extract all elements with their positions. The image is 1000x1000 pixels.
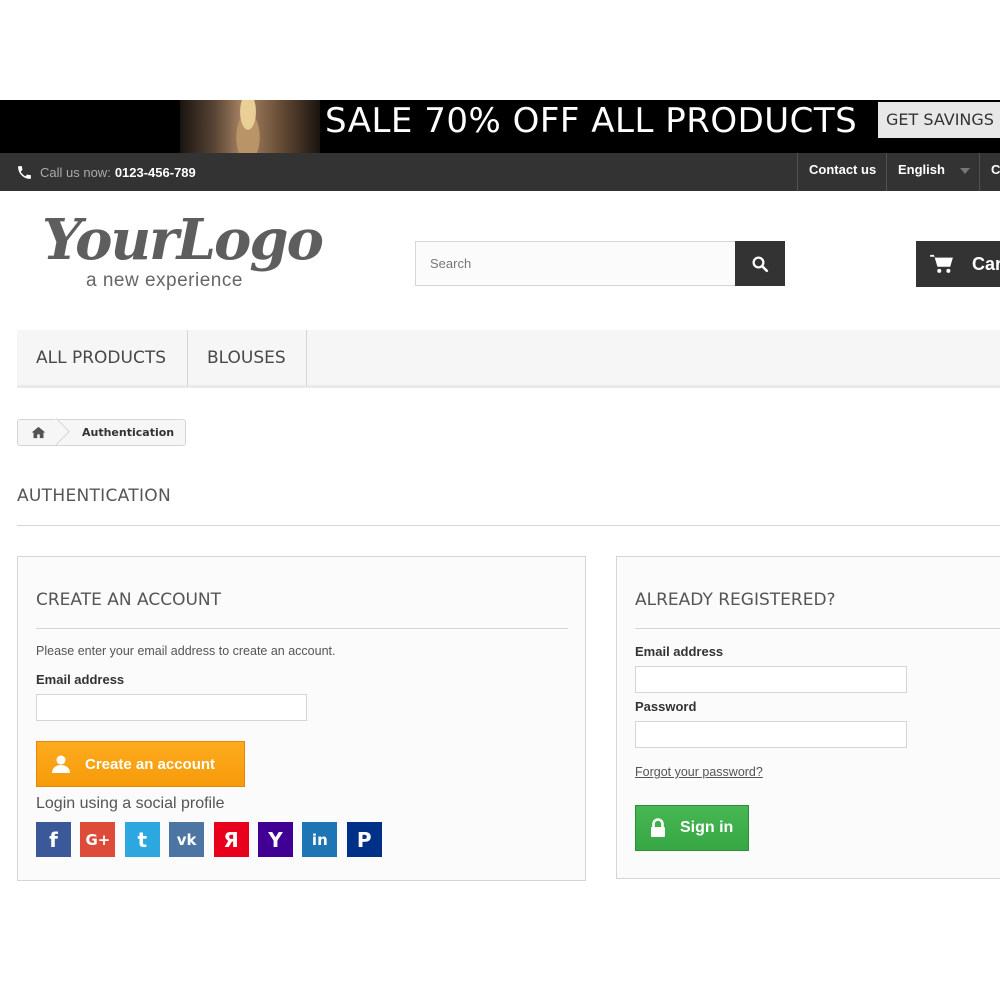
promo-banner[interactable]: SALE 70% OFF ALL PRODUCTS GET SAVINGS N bbox=[0, 100, 1000, 153]
store-logo[interactable]: YourLogo a new experience bbox=[42, 210, 332, 295]
create-account-hint: Please enter your email address to creat… bbox=[36, 644, 336, 658]
vk-icon: vk bbox=[176, 830, 197, 849]
email-label: Email address bbox=[36, 672, 125, 687]
chevron-down-icon bbox=[960, 168, 970, 174]
divider bbox=[36, 628, 568, 629]
banner-model-photo bbox=[180, 100, 320, 153]
email-label: Email address bbox=[635, 644, 724, 659]
sign-in-title: ALREADY REGISTERED? bbox=[635, 590, 836, 610]
yandex-login-button[interactable]: Я bbox=[213, 822, 249, 857]
password-label: Password bbox=[635, 699, 697, 714]
top-bar: Call us now: 0123-456-789 Contact us Eng… bbox=[0, 153, 1000, 191]
vk-login-button[interactable]: vk bbox=[169, 822, 205, 857]
social-login-label: Login using a social profile bbox=[36, 795, 225, 812]
yahoo-icon: Y bbox=[268, 827, 283, 852]
divider bbox=[635, 628, 1000, 629]
language-selector[interactable]: English bbox=[886, 153, 980, 191]
page-title-divider bbox=[17, 525, 1000, 526]
phone-number: 0123-456-789 bbox=[114, 164, 196, 180]
search-input[interactable]: Search bbox=[415, 241, 736, 286]
call-label: Call us now: bbox=[40, 164, 111, 180]
cart-label: Car bbox=[972, 253, 1000, 274]
sign-in-button[interactable]: Sign in bbox=[635, 805, 749, 851]
banner-title: SALE 70% OFF ALL PRODUCTS bbox=[325, 101, 858, 141]
language-value: English bbox=[898, 162, 945, 177]
create-email-field[interactable] bbox=[36, 694, 307, 721]
logo-tagline: a new experience bbox=[86, 270, 243, 291]
user-icon bbox=[52, 755, 70, 773]
facebook-login-button[interactable]: f bbox=[36, 822, 71, 857]
create-account-button[interactable]: Create an account bbox=[36, 741, 245, 787]
lock-icon bbox=[651, 818, 665, 837]
logo-script: YourLogo bbox=[42, 207, 324, 273]
cart-button[interactable]: Car bbox=[916, 241, 1000, 287]
create-account-form: CREATE AN ACCOUNT Please enter your emai… bbox=[17, 556, 586, 881]
breadcrumb-home[interactable] bbox=[18, 420, 58, 445]
phone-info: Call us now: 0123-456-789 bbox=[16, 153, 196, 191]
paypal-login-button[interactable]: P bbox=[346, 822, 382, 857]
banner-cta-button[interactable]: GET SAVINGS N bbox=[878, 102, 1000, 138]
sign-in-form: ALREADY REGISTERED? Email address Passwo… bbox=[616, 556, 1000, 879]
yandex-icon: Я bbox=[223, 827, 239, 852]
forgot-password-link[interactable]: Forgot your password? bbox=[635, 765, 763, 779]
currency-selector[interactable]: C bbox=[979, 153, 1000, 191]
facebook-icon: f bbox=[49, 827, 58, 852]
paypal-icon: P bbox=[356, 827, 372, 852]
create-account-label: Create an account bbox=[85, 755, 216, 773]
social-login-buttons: f G+ t vk Я Yin P bbox=[36, 822, 391, 857]
linkedin-icon: in bbox=[311, 830, 328, 849]
home-icon bbox=[31, 426, 45, 439]
login-email-field[interactable] bbox=[635, 666, 907, 693]
menu-item-all-products[interactable]: ALL PRODUCTS bbox=[17, 330, 188, 386]
search-icon bbox=[752, 256, 769, 272]
page-title: AUTHENTICATION bbox=[17, 486, 171, 506]
breadcrumb: Authentication bbox=[17, 419, 187, 446]
contact-us-link[interactable]: Contact us bbox=[797, 153, 887, 191]
breadcrumb-current: Authentication bbox=[82, 426, 175, 439]
twitter-login-button[interactable]: t bbox=[124, 822, 160, 857]
twitter-icon: t bbox=[137, 827, 148, 852]
sign-in-label: Sign in bbox=[680, 819, 734, 836]
google-plus-icon: G+ bbox=[85, 830, 111, 849]
phone-icon bbox=[18, 165, 31, 179]
password-field[interactable] bbox=[635, 721, 907, 748]
search-button[interactable] bbox=[735, 241, 785, 286]
create-account-title: CREATE AN ACCOUNT bbox=[36, 590, 222, 610]
menu-item-blouses[interactable]: BLOUSES bbox=[188, 330, 307, 386]
yahoo-login-button[interactable]: Y bbox=[257, 822, 293, 857]
linkedin-login-button[interactable]: in bbox=[302, 822, 338, 857]
cart-icon bbox=[930, 254, 953, 273]
google-plus-login-button[interactable]: G+ bbox=[80, 822, 116, 857]
main-menu: ALL PRODUCTS BLOUSES bbox=[17, 330, 1000, 388]
